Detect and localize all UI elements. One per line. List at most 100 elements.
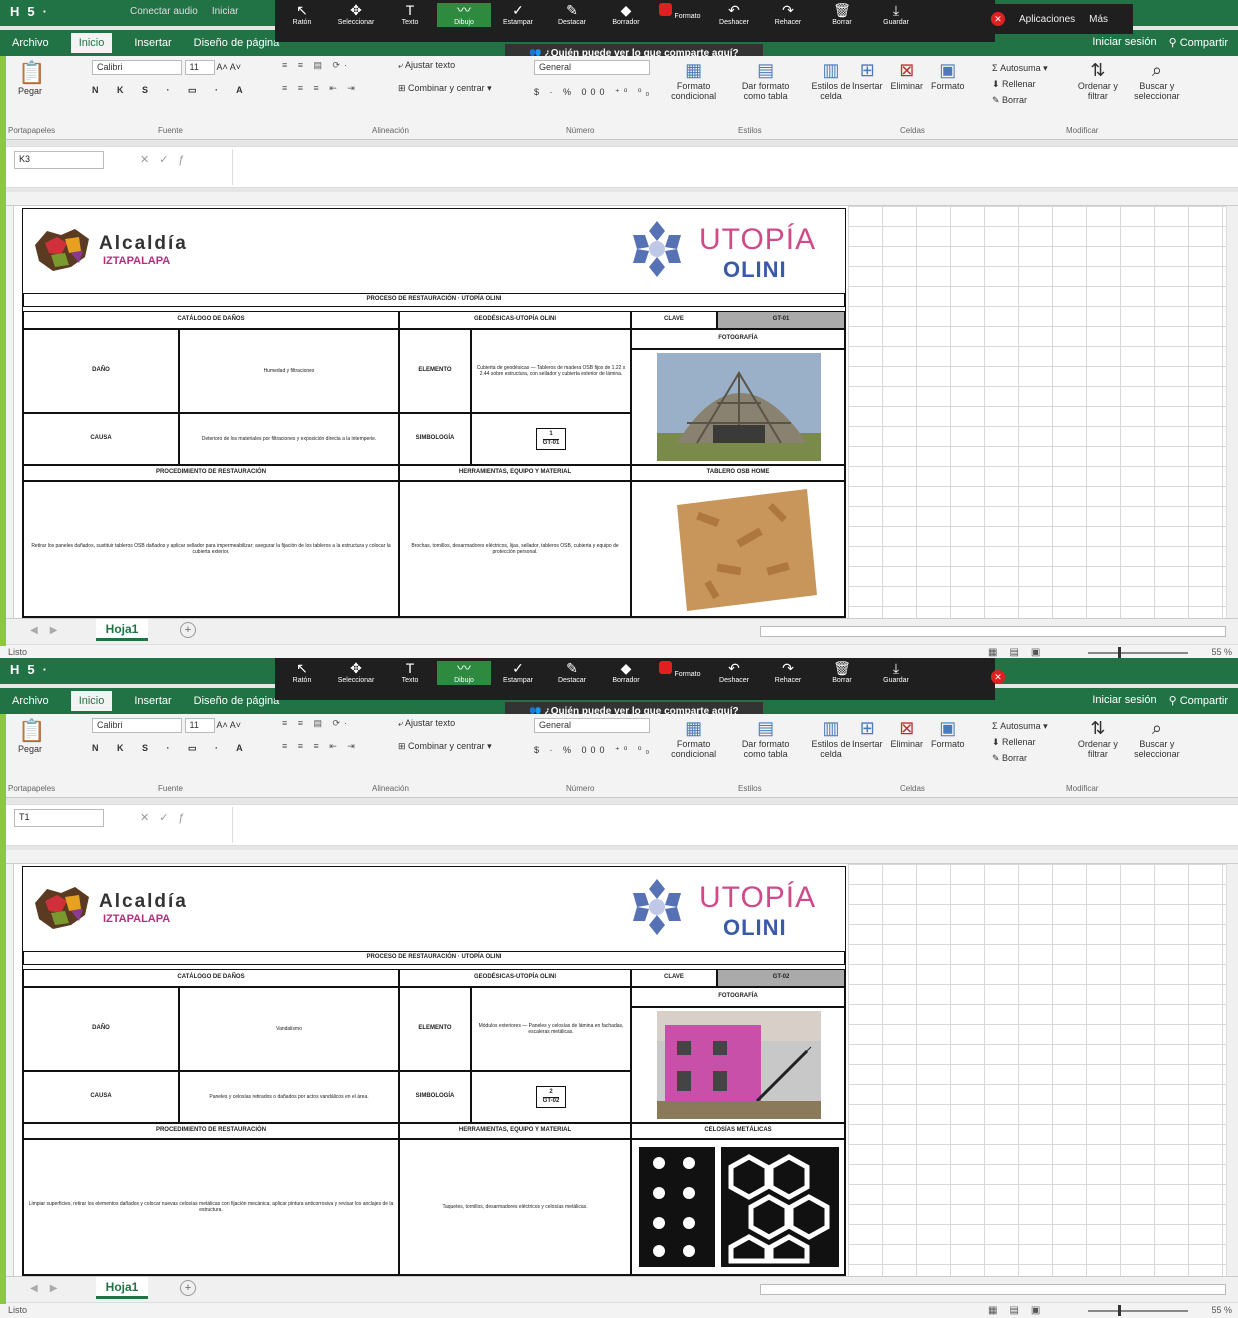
zoom-formato-button[interactable]: Formato: [653, 661, 707, 679]
align-icons-2[interactable]: ≡ ≡ ≡ ⇤ ⇥: [282, 83, 359, 94]
clear-button[interactable]: ✎ Borrar: [992, 92, 1048, 108]
delete-cells-button[interactable]: ⊠ Eliminar: [891, 718, 924, 749]
column-headers[interactable]: [0, 192, 1238, 206]
find-select-button[interactable]: ⌕ Buscar y seleccionar: [1128, 60, 1186, 101]
ribbon-tab[interactable]: Insertar: [134, 37, 171, 49]
zoom-dibujo-button[interactable]: 〰 Dibujo: [437, 2, 491, 28]
wrap-text-button[interactable]: ⤶ Ajustar texto: [398, 718, 492, 729]
close-icon[interactable]: ✕: [991, 12, 1005, 26]
insert-cells-button[interactable]: ⊞ Insertar: [852, 60, 883, 91]
insert-cells-button[interactable]: ⊞ Insertar: [852, 718, 883, 749]
page-layout-icon[interactable]: ▤: [1009, 647, 1018, 658]
grow-font-icon[interactable]: A˄ A˅: [217, 62, 242, 72]
zoom-ratón-button[interactable]: ↖ Ratón: [275, 660, 329, 685]
autosum-button[interactable]: Σ Autosuma ▾: [992, 60, 1048, 76]
undo-icon[interactable]: 5: [27, 662, 34, 677]
share-button[interactable]: ⚲ Compartir: [1169, 36, 1228, 49]
sheet-tab[interactable]: Hoja1: [96, 619, 148, 641]
formula-input[interactable]: [232, 807, 1228, 843]
cell-styles-button[interactable]: ▥ Estilos de celda: [808, 718, 854, 759]
paste-button[interactable]: Pegar: [18, 744, 45, 754]
qat-more-icon[interactable]: ·: [43, 4, 47, 19]
view-buttons[interactable]: ▦ ▤ ▣: [988, 1305, 1040, 1316]
qat-more-icon[interactable]: ·: [43, 662, 47, 677]
zoom-borrar-button[interactable]: 🗑 Borrar: [815, 2, 869, 27]
zoom-slider[interactable]: [1088, 652, 1188, 654]
zoom-left-item[interactable]: Conectar audio: [130, 6, 198, 17]
ribbon-tab[interactable]: Inicio: [70, 33, 113, 53]
merge-center-button[interactable]: ⊞ Combinar y centrar ▾: [398, 83, 492, 94]
share-button[interactable]: ⚲ Compartir: [1169, 694, 1228, 707]
conditional-format-button[interactable]: ▦ Formato condicional: [664, 60, 723, 101]
zoom-right-item[interactable]: Más: [1089, 14, 1108, 25]
ribbon-tab[interactable]: Insertar: [134, 695, 171, 707]
zoom-borrador-button[interactable]: ◆ Borrador: [599, 660, 653, 685]
merge-center-button[interactable]: ⊞ Combinar y centrar ▾: [398, 741, 492, 752]
zoom-estampar-button[interactable]: ✓ Estampar: [491, 2, 545, 27]
zoom-right-item[interactable]: Aplicaciones: [1019, 14, 1075, 25]
vertical-scrollbar[interactable]: [1226, 864, 1238, 1276]
find-select-button[interactable]: ⌕ Buscar y seleccionar: [1128, 718, 1186, 759]
zoom-estampar-button[interactable]: ✓ Estampar: [491, 660, 545, 685]
zoom-texto-button[interactable]: T Texto: [383, 660, 437, 685]
format-buttons[interactable]: N K S · ▭ · A: [92, 85, 251, 96]
formula-icons[interactable]: ✕✓ƒ: [140, 153, 195, 166]
sign-in-link[interactable]: Iniciar sesión: [1092, 694, 1156, 707]
add-sheet-button[interactable]: +: [180, 622, 196, 638]
zoom-percent[interactable]: 55 %: [1211, 647, 1232, 657]
zoom-guardar-button[interactable]: ⤓ Guardar: [869, 2, 923, 27]
zoom-seleccionar-button[interactable]: ✥ Seleccionar: [329, 2, 383, 27]
zoom-deshacer-button[interactable]: ↶ Deshacer: [707, 660, 761, 685]
empty-cells[interactable]: [848, 864, 1226, 1276]
zoom-slider-thumb[interactable]: [1118, 1305, 1121, 1316]
align-icons[interactable]: ≡ ≡ ▤ ⟳·: [282, 60, 359, 71]
zoom-borrador-button[interactable]: ◆ Borrador: [599, 2, 653, 27]
zoom-formato-button[interactable]: Formato: [653, 3, 707, 21]
format-table-button[interactable]: ▤ Dar formato como tabla: [731, 718, 800, 759]
number-format-select[interactable]: General: [534, 60, 650, 75]
normal-view-icon[interactable]: ▦: [988, 647, 997, 658]
zoom-borrar-button[interactable]: 🗑 Borrar: [815, 660, 869, 685]
cell-styles-button[interactable]: ▥ Estilos de celda: [808, 60, 854, 101]
zoom-rehacer-button[interactable]: ↷ Rehacer: [761, 660, 815, 685]
column-headers[interactable]: [0, 850, 1238, 864]
close-icon[interactable]: ✕: [991, 670, 1005, 684]
page-layout-icon[interactable]: ▤: [1009, 1305, 1018, 1316]
format-buttons[interactable]: N K S · ▭ · A: [92, 743, 251, 754]
ribbon-tab[interactable]: Diseño de página: [194, 695, 280, 707]
sheet-nav-arrows[interactable]: ◀▶: [30, 625, 69, 636]
ribbon-tab[interactable]: Archivo: [12, 37, 49, 49]
font-name-select[interactable]: Calibri: [92, 718, 182, 733]
clear-button[interactable]: ✎ Borrar: [992, 750, 1048, 766]
fill-button[interactable]: ⬇ Rellenar: [992, 734, 1048, 750]
font-size-select[interactable]: 11: [184, 718, 215, 733]
ribbon-tab[interactable]: Inicio: [70, 691, 113, 711]
sort-filter-button[interactable]: ⇅ Ordenar y filtrar: [1076, 60, 1120, 101]
vertical-scrollbar[interactable]: [1226, 206, 1238, 618]
zoom-seleccionar-button[interactable]: ✥ Seleccionar: [329, 660, 383, 685]
format-table-button[interactable]: ▤ Dar formato como tabla: [731, 60, 800, 101]
sheet-nav-arrows[interactable]: ◀▶: [30, 1283, 69, 1294]
formula-icons[interactable]: ✕✓ƒ: [140, 811, 195, 824]
sort-filter-button[interactable]: ⇅ Ordenar y filtrar: [1076, 718, 1120, 759]
conditional-format-button[interactable]: ▦ Formato condicional: [664, 718, 723, 759]
zoom-left-item[interactable]: Iniciar: [212, 6, 239, 17]
sheet-tab[interactable]: Hoja1: [96, 1277, 148, 1299]
worksheet-grid[interactable]: Alcaldía IZTAPALAPA UTOPÍA OLINI PROCESO…: [0, 192, 1238, 618]
zoom-destacar-button[interactable]: ✎ Destacar: [545, 660, 599, 685]
zoom-guardar-button[interactable]: ⤓ Guardar: [869, 660, 923, 685]
zoom-dibujo-button[interactable]: 〰 Dibujo: [437, 660, 491, 686]
save-icon[interactable]: H: [10, 4, 19, 19]
autosum-button[interactable]: Σ Autosuma ▾: [992, 718, 1048, 734]
zoom-rehacer-button[interactable]: ↷ Rehacer: [761, 2, 815, 27]
fill-button[interactable]: ⬇ Rellenar: [992, 76, 1048, 92]
paste-button[interactable]: Pegar: [18, 86, 45, 96]
page-break-icon[interactable]: ▣: [1031, 647, 1040, 658]
worksheet-grid[interactable]: Alcaldía IZTAPALAPA UTOPÍA OLINI PROCESO…: [0, 850, 1238, 1276]
format-cells-button[interactable]: ▣ Formato: [931, 60, 965, 91]
zoom-ratón-button[interactable]: ↖ Ratón: [275, 2, 329, 27]
normal-view-icon[interactable]: ▦: [988, 1305, 997, 1316]
zoom-percent[interactable]: 55 %: [1211, 1305, 1232, 1315]
name-box[interactable]: T1: [14, 809, 104, 827]
zoom-texto-button[interactable]: T Texto: [383, 2, 437, 27]
